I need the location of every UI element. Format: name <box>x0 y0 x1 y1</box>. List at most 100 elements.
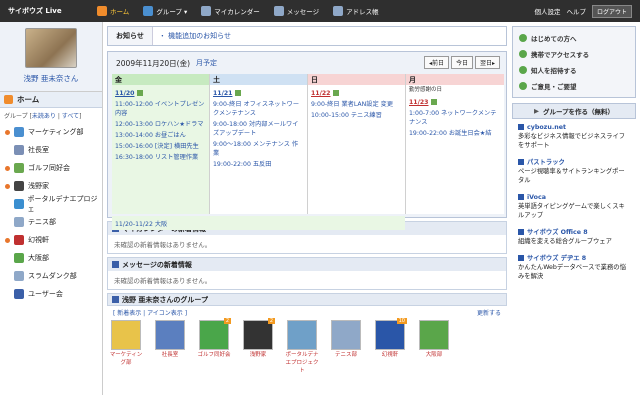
event-item[interactable]: 10:00-15:00 テニス練習 <box>311 111 402 120</box>
day-header: 月 <box>406 74 504 85</box>
nav-group[interactable]: グループ ▾ <box>136 0 194 22</box>
event-item[interactable]: 13:00-14:00 お昼ごはん <box>115 131 206 140</box>
sidebar-group-label: マーケティング部 <box>28 128 84 136</box>
action-link[interactable]: ご意見・ご要望 <box>519 78 629 94</box>
action-link[interactable]: はじめての方へ <box>519 30 629 46</box>
group-tile[interactable]: ポータルデナエプロジェクト <box>285 320 319 374</box>
ad-item[interactable]: サイボウズ Office 8 組織を変える総合グループウェア <box>512 224 636 250</box>
refresh-link[interactable]: 更新する <box>477 308 501 317</box>
add-event-icon[interactable] <box>333 90 340 96</box>
prev-day-button[interactable]: ◂前日 <box>423 56 449 69</box>
month-view-button[interactable]: 月予定 <box>196 58 217 68</box>
sidebar-group-item[interactable]: 幻視軒 <box>0 231 102 249</box>
notice-link[interactable]: ・ 機能追加のお知らせ <box>153 31 231 41</box>
group-tile-label: マーケティング部 <box>109 352 143 366</box>
event-item[interactable]: 15:00-16:00 [決定] 横田先生 <box>115 142 206 151</box>
day-header: 金 <box>112 74 209 85</box>
group-tile[interactable]: 大阪部 <box>417 320 451 374</box>
sidebar-group-item[interactable]: 浅野家 <box>0 177 102 195</box>
ad-title[interactable]: cybozu.net <box>518 123 630 132</box>
group-tile[interactable]: マーケティング部 <box>109 320 143 374</box>
sidebar-group-item[interactable]: 社長室 <box>0 141 102 159</box>
today-button[interactable]: 今日 <box>450 56 473 69</box>
ad-title[interactable]: サイボウズ Office 8 <box>518 228 630 237</box>
ad-text: ページ視聴率＆サイトランキングポータル <box>518 168 625 184</box>
ad-text: 多彩なビジネス情報でビジネスライフをサポート <box>518 133 626 149</box>
sidebar-group-item[interactable]: ユーザー会 <box>0 285 102 303</box>
unread-dot-icon <box>5 237 10 243</box>
sidebar-group-item[interactable]: 大阪部 <box>0 249 102 267</box>
avatar[interactable] <box>25 28 77 68</box>
group-tile[interactable]: 2 浅野家 <box>241 318 275 374</box>
add-event-icon[interactable] <box>431 99 438 105</box>
nav-message[interactable]: メッセージ <box>267 0 326 22</box>
group-tile[interactable]: 2 ゴルフ同好会 <box>197 318 231 374</box>
event-item[interactable]: 11:00-12:00 イベントプレゼン内容 <box>115 100 206 118</box>
day-column: 金 11/20 11:00-12:00 イベントプレゼン内容 12:00-13:00 … <box>112 74 210 214</box>
action-icon <box>519 50 527 58</box>
home-icon <box>97 6 107 16</box>
event-item[interactable]: 9:00-終日 オフィスネットワークメンテナンス <box>213 100 304 118</box>
group-tile[interactable]: 10 幻視軒 <box>373 318 407 374</box>
app-logo[interactable]: サイボウズ Live <box>0 6 90 16</box>
sidebar-group-item[interactable]: ゴルフ同好会 <box>0 159 102 177</box>
user-name-link[interactable]: 浅野 亜未奈さん <box>24 73 79 84</box>
nav-my-calendar[interactable]: マイカレンダー <box>194 0 267 22</box>
sidebar-group-item[interactable]: ポータルデナエプロジェ <box>0 195 102 213</box>
group-tile-label: テニス部 <box>334 352 357 358</box>
ad-item[interactable]: パストラック ページ視聴率＆サイトランキングポータル <box>512 154 636 189</box>
day-column: 月勤労感謝の日 11/23 1:00-7:00 ネットワークメンテナンス 19:00-… <box>406 74 504 214</box>
sidebar-item-home[interactable]: ホーム <box>0 92 102 108</box>
date-link[interactable]: 11/20 <box>115 89 134 98</box>
event-item[interactable]: 9:00-終日 業者LAN設定 変更 <box>311 100 402 109</box>
date-link[interactable]: 11/23 <box>409 98 428 107</box>
filter-unread[interactable]: 未読あり <box>32 113 56 120</box>
event-item[interactable]: 9:00-18:00 対内部メールワイズアップデート <box>213 120 304 138</box>
event-item[interactable]: 9:00～18:00 メンテナンス 作業 <box>213 140 304 158</box>
action-link[interactable]: 知人を招待する <box>519 62 629 78</box>
nav-home[interactable]: ホーム <box>90 0 136 22</box>
help-link[interactable]: ヘルプ <box>566 6 586 16</box>
multiday-event[interactable]: 11/20-11/22 大阪 <box>112 216 405 230</box>
date-link[interactable]: 11/21 <box>213 89 232 98</box>
group-thumbnail <box>155 320 185 350</box>
day-column: 土 11/21 9:00-終日 オフィスネットワークメンテナンス 9:00-18:00… <box>210 74 308 214</box>
add-event-icon[interactable] <box>235 90 242 96</box>
sidebar-group-label: スラムダンク部 <box>28 272 77 280</box>
sidebar-group-label: 大阪部 <box>28 254 49 262</box>
nav-address-book[interactable]: アドレス帳 <box>326 0 386 22</box>
sidebar-group-item[interactable]: テニス部 <box>0 213 102 231</box>
sidebar-group-label: ポータルデナエプロジェ <box>27 195 98 213</box>
event-item[interactable]: 1:00-7:00 ネットワークメンテナンス <box>409 109 501 127</box>
group-thumbnail: 10 <box>375 318 407 350</box>
unread-count-badge: 10 <box>396 318 407 324</box>
group-icon <box>14 217 24 227</box>
add-event-icon[interactable] <box>137 90 144 96</box>
event-item[interactable]: 19:00-22:00 五反田 <box>213 160 304 169</box>
right-sidebar: はじめての方へ 携帯でアクセスする 知人を招待する ご意見・ご要望 ▶ グループを作る（… <box>512 26 636 395</box>
schedule-date-title: 2009年11月20日(金) <box>116 58 191 68</box>
logout-button[interactable]: ログアウト <box>591 4 632 18</box>
action-link[interactable]: 携帯でアクセスする <box>519 46 629 62</box>
sidebar-group-item[interactable]: マーケティング部 <box>0 123 102 141</box>
ad-item[interactable]: cybozu.net 多彩なビジネス情報でビジネスライフをサポート <box>512 119 636 154</box>
event-item[interactable]: 12:00-13:00 ロケハン★ドラマ <box>115 120 206 129</box>
event-item[interactable]: 16:30-18:00 リスト管理作業 <box>115 153 206 162</box>
ad-title[interactable]: パストラック <box>518 158 630 167</box>
filter-all[interactable]: すべて <box>62 113 79 120</box>
create-group-button[interactable]: ▶ グループを作る（無料） <box>512 103 636 119</box>
ad-item[interactable]: サイボウズ デヂエ 8 かんたんWebデータベースで業務の悩みを解決 <box>512 250 636 285</box>
ad-title[interactable]: iVoca <box>518 193 630 202</box>
unread-count-badge: 2 <box>223 318 231 324</box>
group-tile[interactable]: 社長室 <box>153 320 187 374</box>
date-link[interactable]: 11/22 <box>311 89 330 98</box>
ad-title[interactable]: サイボウズ デヂエ 8 <box>518 254 630 263</box>
action-links: はじめての方へ 携帯でアクセスする 知人を招待する ご意見・ご要望 <box>512 26 636 98</box>
ad-item[interactable]: iVoca 英単語タイピングゲームで楽しくスキルアップ <box>512 189 636 224</box>
next-day-button[interactable]: 翌日▸ <box>474 56 500 69</box>
event-item[interactable]: 19:00-22:00 お誕生日会★結 <box>409 129 501 138</box>
group-view-toggle[interactable]: [ 新着表示 | アイコン表示 ] <box>113 308 187 317</box>
sidebar-group-item[interactable]: スラムダンク部 <box>0 267 102 285</box>
personal-settings-link[interactable]: 個人設定 <box>534 6 560 16</box>
group-tile[interactable]: テニス部 <box>329 320 363 374</box>
